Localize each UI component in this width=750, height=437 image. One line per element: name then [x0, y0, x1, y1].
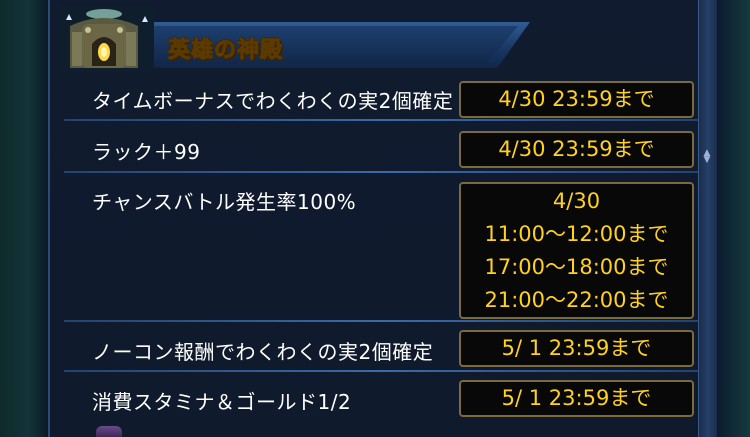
time-badge: 4/30 23:59まで [459, 131, 694, 168]
time-text: 4/30 23:59まで [498, 87, 655, 111]
time-text: 5/ 1 23:59まで [501, 336, 652, 360]
time-badge: 4/30 23:59まで [459, 81, 694, 118]
time-badge: 4/30 11:00〜12:00まで 17:00〜18:00まで 21:00〜2… [459, 182, 694, 319]
scroll-handle-icon[interactable]: ▲ ▼ [702, 149, 712, 172]
row-label: チャンスバトル発生率100% [92, 190, 357, 214]
row-divider [64, 320, 698, 322]
time-badge: 5/ 1 23:59まで [459, 330, 694, 367]
row-label: 消費スタミナ＆ゴールド1/2 [92, 390, 352, 414]
time-text: 17:00〜18:00まで [484, 255, 669, 279]
temple-icon [58, 6, 154, 72]
time-badge: 5/ 1 23:59まで [459, 380, 694, 417]
scrollbar[interactable] [698, 0, 717, 437]
next-section-icon [96, 426, 122, 437]
time-text: 4/30 23:59まで [498, 137, 655, 161]
row-divider [64, 119, 698, 121]
section-title: 英雄の神殿 [167, 38, 284, 64]
row-divider [64, 171, 698, 173]
time-text: 4/30 [552, 189, 601, 213]
background-left [0, 0, 48, 437]
time-text: 5/ 1 23:59まで [501, 386, 652, 410]
time-text: 11:00〜12:00まで [484, 222, 669, 246]
row-label: ラック＋99 [92, 140, 201, 164]
row-divider [64, 370, 698, 372]
background-right [716, 0, 750, 437]
row-label: ノーコン報酬でわくわくの実2個確定 [92, 340, 434, 364]
row-label: タイムボーナスでわくわくの実2個確定 [92, 89, 454, 113]
time-text: 21:00〜22:00まで [484, 288, 669, 312]
